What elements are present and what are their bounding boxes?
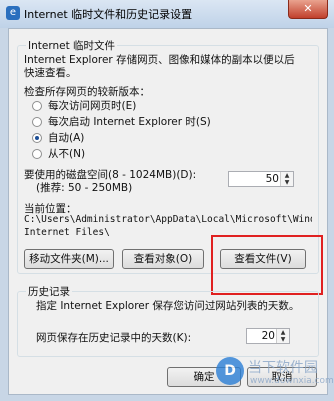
current-location-path-line2: Internet Files\ [24, 227, 110, 238]
radio-never-label[interactable]: 从不(N) [48, 146, 85, 161]
dialog-window: e Internet 临时文件和历史记录设置 ✕ Internet 临时文件 I… [0, 0, 334, 401]
history-days-stepper[interactable]: 20 ▲ ▼ [246, 328, 290, 344]
disk-space-stepper[interactable]: 50 ▲ ▼ [228, 171, 294, 187]
dialog-body: Internet 临时文件 Internet Explorer 存储网页、图像和… [8, 28, 328, 395]
watermark-url: www.downxia.com [250, 376, 334, 386]
close-button[interactable]: ✕ [288, 0, 328, 19]
history-days-value: 20 [261, 330, 275, 342]
radio-automatic[interactable] [32, 133, 42, 143]
title-bar: e Internet 临时文件和历史记录设置 ✕ [0, 0, 334, 28]
radio-automatic-label[interactable]: 自动(A) [48, 130, 84, 145]
temp-files-group-title: Internet 临时文件 [26, 38, 118, 53]
spinner-arrows[interactable]: ▲ ▼ [276, 329, 289, 343]
history-group-title: 历史记录 [26, 284, 72, 299]
arrow-up-icon[interactable]: ▲ [281, 172, 293, 179]
history-description: 指定 Internet Explorer 保存您访问过网站列表的天数。 [36, 300, 300, 312]
window-title: Internet 临时文件和历史记录设置 [24, 8, 193, 21]
history-group: 历史记录 指定 Internet Explorer 保存您访问过网站列表的天数。… [17, 284, 319, 357]
check-version-label: 检查所存网页的较新版本： [24, 86, 150, 98]
highlight-box [211, 235, 323, 295]
arrow-up-icon[interactable]: ▲ [277, 329, 289, 336]
temp-files-description-line2: 快速查看。 [24, 67, 77, 79]
watermark-name: 当下软件园 [248, 360, 318, 376]
watermark: D 当下软件园 www.downxia.com [216, 357, 334, 393]
radio-every-start[interactable] [32, 117, 42, 127]
radio-never[interactable] [32, 149, 42, 159]
internet-explorer-icon: e [6, 6, 20, 20]
spinner-arrows[interactable]: ▲ ▼ [280, 172, 293, 186]
move-folder-button[interactable]: 移动文件夹(M)... [24, 249, 114, 269]
radio-every-visit-label[interactable]: 每次访问网页时(E) [48, 98, 136, 113]
arrow-down-icon[interactable]: ▼ [277, 336, 289, 343]
radio-every-start-label[interactable]: 每次启动 Internet Explorer 时(S) [48, 114, 211, 129]
radio-every-visit[interactable] [32, 101, 42, 111]
view-objects-button[interactable]: 查看对象(O) [122, 249, 204, 269]
disk-space-recommendation: (推荐: 50 - 250MB) [36, 182, 133, 194]
downxia-logo-icon: D [216, 357, 244, 385]
current-location-path-line1: C:\Users\Administrator\AppData\Local\Mic… [24, 214, 312, 225]
history-days-label: 网页保存在历史记录中的天数(K): [36, 332, 192, 344]
arrow-down-icon[interactable]: ▼ [281, 179, 293, 186]
disk-space-value: 50 [265, 173, 279, 185]
